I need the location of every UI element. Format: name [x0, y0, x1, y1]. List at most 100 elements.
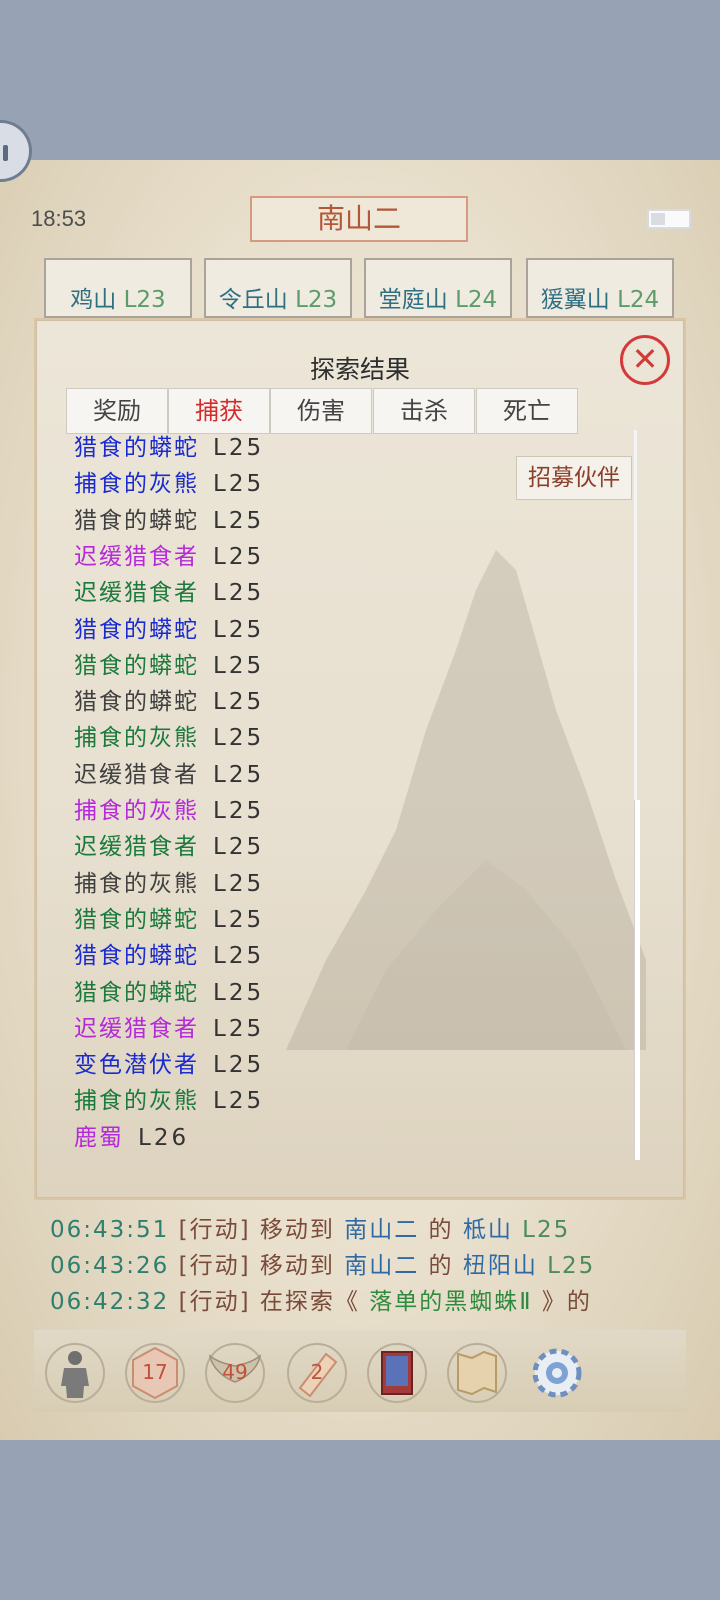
- map-tab-tangtingshan[interactable]: 堂庭山 L24: [364, 258, 512, 318]
- exploration-result-panel: 探索结果 ✕ 奖励 捕获 伤害 击杀 死亡 招募伙伴 猎食的蟒蛇 L25 捕食的灰熊…: [34, 318, 686, 1200]
- map-tab-yuanyishan[interactable]: 猨翼山 L24: [526, 258, 674, 318]
- map-tab-level: L23: [123, 287, 166, 313]
- capture-level: L25: [213, 725, 265, 752]
- capture-level: L25: [213, 943, 265, 970]
- capture-row[interactable]: 猎食的蟒蛇 L25: [74, 682, 264, 716]
- map-tab-level: L23: [295, 287, 338, 313]
- close-button[interactable]: ✕: [620, 335, 670, 385]
- wings-button[interactable]: 49: [204, 1342, 266, 1404]
- log-quest: 落单的黑蜘蛛Ⅱ: [369, 1289, 533, 1315]
- capture-name: 猎食的蟒蛇: [74, 652, 199, 679]
- capture-name: 迟缓猎食者: [74, 543, 199, 570]
- log-of: 的: [428, 1217, 454, 1243]
- capture-level: L25: [213, 834, 265, 861]
- capture-row[interactable]: 变色潜伏者 L25: [74, 1045, 264, 1079]
- capture-level: L25: [213, 1015, 265, 1042]
- capture-name: 迟缓猎食者: [74, 1015, 199, 1042]
- scroll-count: 2: [310, 1360, 324, 1384]
- capture-row[interactable]: 猎食的蟒蛇 L25: [74, 646, 264, 680]
- capture-level: L25: [213, 906, 265, 933]
- map-tab-name: 鸡山: [70, 287, 117, 313]
- settings-button[interactable]: [526, 1342, 588, 1404]
- map-tab-name: 堂庭山: [378, 287, 448, 313]
- map-tab-lingqiushan[interactable]: 令丘山 L23: [204, 258, 352, 318]
- region-title: 南山二: [250, 196, 468, 242]
- log-tag: [行动]: [178, 1289, 251, 1315]
- log-action: 在探索《: [259, 1289, 360, 1315]
- capture-name: 猎食的蟒蛇: [74, 943, 199, 970]
- capture-level: L25: [213, 435, 265, 461]
- dice-count: 17: [142, 1360, 168, 1384]
- capture-row[interactable]: 捕食的灰熊 L25: [74, 1081, 264, 1115]
- capture-name: 迟缓猎食者: [74, 834, 199, 861]
- scrollbar-thumb[interactable]: [634, 800, 640, 1160]
- character-icon: [45, 1343, 105, 1403]
- capture-row[interactable]: 猎食的蟒蛇 L25: [74, 936, 264, 970]
- wings-count: 49: [222, 1360, 248, 1384]
- log-action: 移动到: [259, 1217, 335, 1243]
- capture-level: L25: [213, 507, 265, 534]
- log-place: 杻阳山: [462, 1253, 538, 1279]
- capture-row[interactable]: 鹿蜀 L26: [74, 1118, 189, 1152]
- capture-row[interactable]: 迟缓猎食者 L25: [74, 537, 264, 571]
- panel-title: 探索结果: [309, 355, 410, 384]
- capture-level: L25: [213, 616, 265, 643]
- log-level: L25: [522, 1217, 571, 1243]
- log-of: 的: [428, 1253, 454, 1279]
- capture-row[interactable]: 猎食的蟒蛇 L25: [74, 610, 264, 644]
- character-button[interactable]: [44, 1342, 106, 1404]
- capture-row[interactable]: 迟缓猎食者 L25: [74, 755, 264, 789]
- capture-level: L25: [213, 471, 265, 498]
- recruit-partner-button[interactable]: 招募伙伴: [516, 456, 632, 500]
- capture-level: L25: [213, 543, 265, 570]
- capture-row[interactable]: 迟缓猎食者 L25: [74, 573, 264, 607]
- capture-name: 捕食的灰熊: [74, 725, 199, 752]
- capture-name: 猎食的蟒蛇: [74, 616, 199, 643]
- capture-row[interactable]: 猎食的蟒蛇 L25: [74, 900, 264, 934]
- capture-level: L25: [213, 870, 265, 897]
- log-line: 06:42:32 [行动] 在探索《 落单的黑蜘蛛Ⅱ 》的: [50, 1282, 592, 1316]
- map-button[interactable]: [446, 1342, 508, 1404]
- capture-name: 鹿蜀: [74, 1124, 124, 1151]
- capture-name: 猎食的蟒蛇: [74, 979, 199, 1006]
- capture-name: 猎食的蟒蛇: [74, 435, 199, 461]
- map-icon: [447, 1343, 507, 1403]
- capture-row[interactable]: 捕食的灰熊 L25: [74, 464, 264, 498]
- capture-name: 捕食的灰熊: [74, 1088, 199, 1115]
- capture-name: 猎食的蟒蛇: [74, 689, 199, 716]
- capture-level: L25: [213, 798, 265, 824]
- capture-name: 变色潜伏者: [74, 1052, 199, 1079]
- capture-level: L25: [213, 652, 265, 679]
- log-region: 南山二: [344, 1253, 420, 1279]
- action-log[interactable]: 06:43:51 [行动] 移动到 南山二 的 柢山 L25 06:43:26 …: [44, 1206, 676, 1330]
- close-icon: ✕: [631, 340, 659, 378]
- book-button[interactable]: [366, 1342, 428, 1404]
- capture-level: L25: [213, 1088, 265, 1115]
- clock-time: 18:53: [31, 206, 87, 231]
- capture-list[interactable]: 猎食的蟒蛇 L25 捕食的灰熊 L25 猎食的蟒蛇 L25 迟缓猎食者 L25 迟缓猎食者 L25…: [74, 428, 494, 1158]
- map-tab-name: 猨翼山: [540, 287, 610, 313]
- pause-icon-bar: [3, 145, 8, 161]
- log-place: 柢山: [462, 1217, 513, 1243]
- map-tab-jishan[interactable]: 鸡山 L23: [44, 258, 192, 318]
- log-line: 06:43:26 [行动] 移动到 南山二 的 杻阳山 L25: [50, 1246, 595, 1280]
- book-icon: [367, 1343, 427, 1403]
- battery-icon: [647, 209, 691, 229]
- log-tag: [行动]: [178, 1217, 251, 1243]
- capture-level: L25: [213, 689, 265, 716]
- capture-row[interactable]: 猎食的蟒蛇 L25: [74, 501, 264, 535]
- scroll-button[interactable]: 2: [286, 1342, 348, 1404]
- capture-row[interactable]: 猎食的蟒蛇 L25: [74, 973, 264, 1007]
- capture-level: L25: [213, 1052, 265, 1079]
- map-tab-level: L24: [455, 287, 498, 313]
- log-end: 》的: [541, 1289, 592, 1315]
- map-tab-level: L24: [617, 287, 660, 313]
- capture-row[interactable]: 捕食的灰熊 L25: [74, 791, 264, 825]
- dice-button[interactable]: 17: [124, 1342, 186, 1404]
- capture-row[interactable]: 捕食的灰熊 L25: [74, 718, 264, 752]
- capture-row[interactable]: 迟缓猎食者 L25: [74, 827, 264, 861]
- capture-row[interactable]: 捕食的灰熊 L25: [74, 864, 264, 898]
- capture-row[interactable]: 猎食的蟒蛇 L25: [74, 428, 264, 462]
- gear-icon: [532, 1348, 582, 1398]
- capture-row[interactable]: 迟缓猎食者 L25: [74, 1009, 264, 1043]
